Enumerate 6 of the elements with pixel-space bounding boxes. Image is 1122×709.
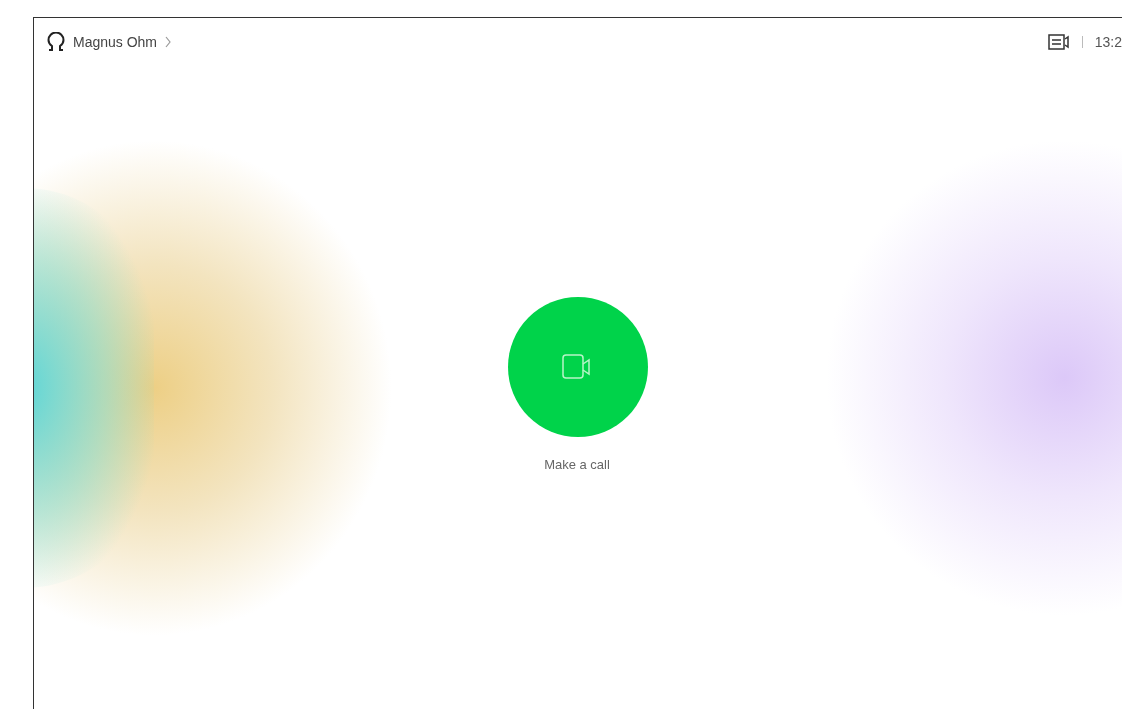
- user-button[interactable]: Magnus Ohm: [47, 31, 172, 53]
- camera-settings-icon[interactable]: [1047, 34, 1070, 50]
- clock-time: 13:2: [1094, 32, 1122, 52]
- make-call-label: Make a call: [544, 456, 610, 474]
- chevron-right-icon: [165, 36, 172, 48]
- headset-icon: [47, 32, 65, 52]
